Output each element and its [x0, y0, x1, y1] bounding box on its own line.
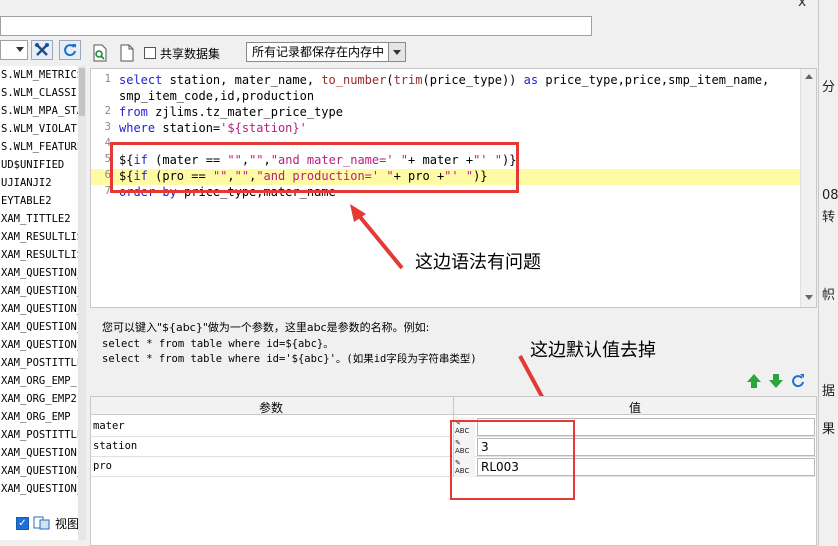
- table-list-item[interactable]: XAM_QUESTION_: [0, 462, 79, 480]
- table-list-item[interactable]: XAM_POSTITTLE: [0, 354, 79, 372]
- share-dataset-checkbox[interactable]: [144, 47, 156, 59]
- editor-scrollbar[interactable]: [800, 69, 816, 307]
- param-name: pro: [93, 460, 112, 472]
- table-list-item[interactable]: EYTABLE2: [0, 192, 79, 210]
- tools-icon[interactable]: [31, 40, 53, 60]
- scroll-up-icon[interactable]: [805, 74, 813, 79]
- param-toolbar: [745, 372, 807, 390]
- bg-text: 转: [822, 210, 836, 225]
- view-checkbox[interactable]: ✓: [16, 516, 29, 530]
- table-list-item[interactable]: XAM_QUESTION_: [0, 300, 79, 318]
- line-number: 6: [104, 169, 111, 181]
- table-list-item[interactable]: XAM_RESULTLIS: [0, 228, 79, 246]
- table-list-item[interactable]: S.WLM_METRICS: [0, 66, 79, 84]
- dataset-name-input[interactable]: [0, 16, 592, 36]
- arrow-icon: [350, 204, 404, 270]
- table-list-item[interactable]: XAM_QUESTION_: [0, 336, 79, 354]
- view-option[interactable]: ✓ 视图: [16, 514, 79, 532]
- storage-mode-value: 所有记录都保存在内存中: [252, 45, 385, 59]
- bg-text: 据: [822, 384, 836, 399]
- table-list-item[interactable]: XAM_ORG_EMP2: [0, 390, 79, 408]
- share-dataset-label: 共享数据集: [160, 46, 221, 61]
- view-label: 视图: [55, 516, 80, 531]
- param-name: mater: [93, 420, 125, 432]
- scroll-down-icon[interactable]: [805, 295, 813, 300]
- line-number: 3: [104, 121, 111, 133]
- table-list-item[interactable]: XAM_QUESTION: [0, 444, 79, 462]
- table-list-item[interactable]: XAM_QUESTION_: [0, 264, 79, 282]
- list-scrollbar-thumb[interactable]: [79, 68, 85, 116]
- line-number: 1: [104, 73, 111, 85]
- table-list-item[interactable]: S.WLM_CLASSIF: [0, 84, 79, 102]
- chevron-down-icon[interactable]: [388, 43, 405, 61]
- table-list-item[interactable]: XAM_TITTLE2: [0, 210, 79, 228]
- table-list-item[interactable]: S.WLM_MPA_STA: [0, 102, 79, 120]
- column-divider: [453, 397, 454, 417]
- bg-text: 08: [822, 188, 838, 203]
- line-number: 2: [104, 105, 111, 117]
- table-list-item[interactable]: XAM_POSTITTLE: [0, 426, 79, 444]
- col-header-param: 参数: [259, 401, 284, 415]
- param-name: station: [93, 440, 138, 452]
- table-list-item[interactable]: XAM_QUESTION_: [0, 480, 79, 498]
- refresh-icon[interactable]: [59, 40, 81, 60]
- list-scrollbar[interactable]: [78, 66, 86, 540]
- table-list-panel: S.WLM_METRICS S.WLM_CLASSIF S.WLM_MPA_STA S…: [0, 40, 87, 546]
- refresh-icon[interactable]: [789, 372, 807, 390]
- table-list-item[interactable]: XAM_ORG_EMP_: [0, 372, 79, 390]
- syntax-highlight-box: [110, 142, 519, 193]
- editor-toolbar: 共享数据集: [92, 42, 220, 64]
- table-list-item[interactable]: XAM_QUESTION_: [0, 282, 79, 300]
- table-list-item[interactable]: XAM_QUESTION_: [0, 318, 79, 336]
- bg-text: 分: [822, 80, 836, 95]
- col-header-value: 值: [629, 401, 642, 415]
- bg-text: 帜: [822, 288, 836, 303]
- code-line-1b: smp_item_code,id,production: [119, 89, 315, 103]
- view-icon: [33, 516, 50, 530]
- close-icon[interactable]: x: [798, 0, 818, 10]
- table-list[interactable]: S.WLM_METRICS S.WLM_CLASSIF S.WLM_MPA_STA S…: [0, 66, 80, 540]
- param-hint: 您可以键入"${abc}"做为一个参数，这里abc是参数的名称。例如:: [102, 321, 430, 334]
- line-number: 4: [104, 137, 111, 149]
- param-hint-example: select * from table where id=${abc}。: [102, 338, 334, 350]
- param-grid-header: 参数 值: [91, 397, 816, 417]
- table-list-item[interactable]: UD$UNIFIED: [0, 156, 79, 174]
- table-list-item[interactable]: S.WLM_VIOLATI: [0, 120, 79, 138]
- move-down-icon[interactable]: [767, 372, 785, 390]
- annotation-syntax: 这边语法有问题: [415, 252, 541, 273]
- code-line-2: from zjlims.tz_mater_price_type: [119, 105, 343, 119]
- connection-select[interactable]: [0, 40, 28, 60]
- table-list-item[interactable]: S.WLM_FEATURE: [0, 138, 79, 156]
- storage-mode-select[interactable]: 所有记录都保存在内存中: [246, 42, 406, 62]
- code-line-3: where station='${station}': [119, 121, 307, 135]
- line-number: 7: [104, 185, 111, 197]
- code-line-1: select station, mater_name, to_number(tr…: [119, 73, 770, 87]
- preview-icon[interactable]: [92, 44, 108, 62]
- bg-text: 果: [822, 422, 836, 437]
- move-up-icon[interactable]: [745, 372, 763, 390]
- document-icon[interactable]: [120, 44, 134, 62]
- table-list-item[interactable]: XAM_RESULTLIS: [0, 246, 79, 264]
- table-list-item[interactable]: UJIANJI2: [0, 174, 79, 192]
- default-value-highlight-box: [450, 420, 575, 500]
- line-number: 5: [104, 153, 111, 165]
- table-list-item[interactable]: XAM_ORG_EMP: [0, 408, 79, 426]
- param-hint-example: select * from table where id='${abc}'。(如…: [102, 353, 477, 365]
